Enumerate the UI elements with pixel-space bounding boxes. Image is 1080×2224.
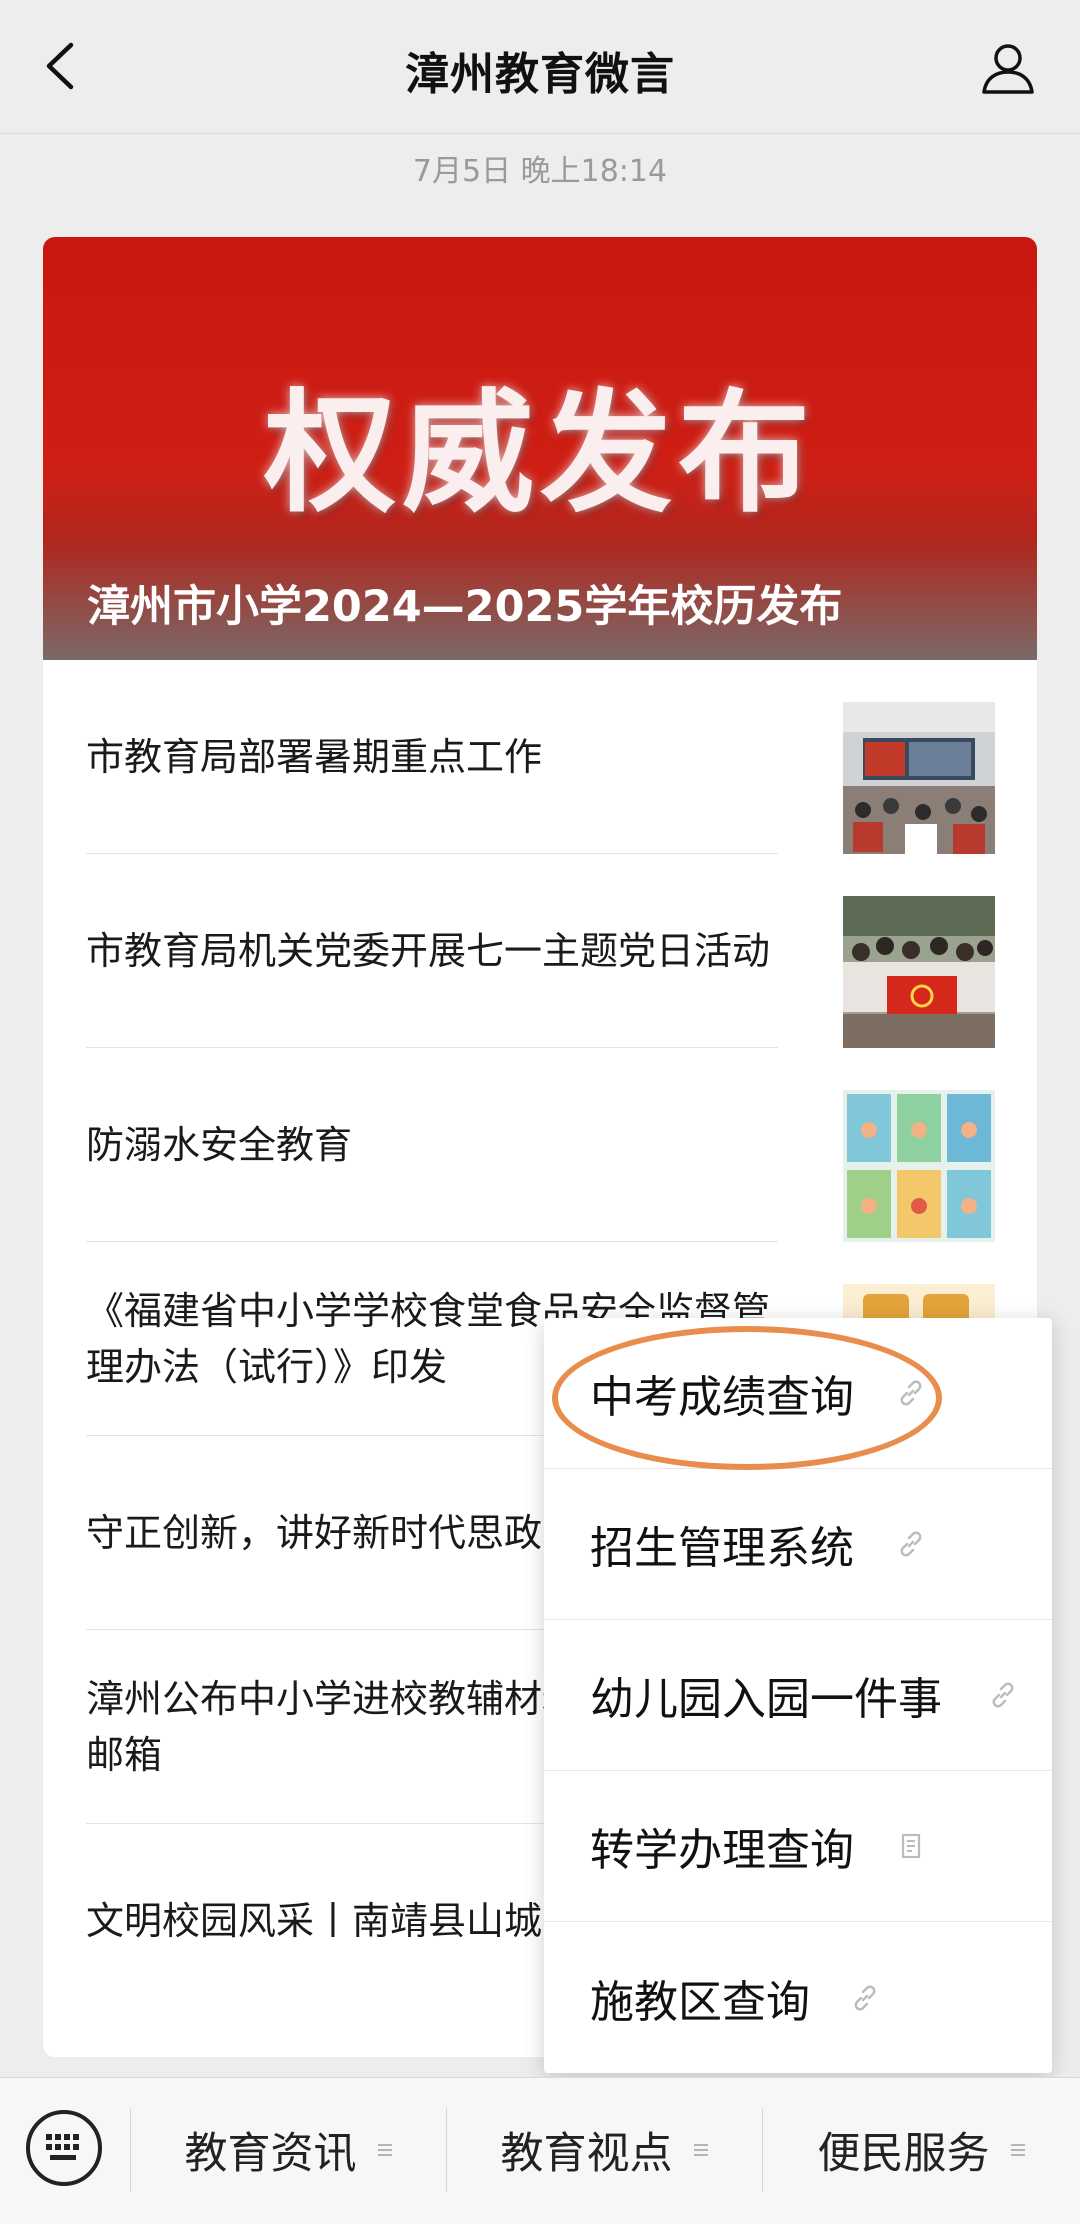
link-icon: [992, 1682, 1014, 1708]
link-icon: [900, 1380, 922, 1406]
list-item-title: 市教育局机关党委开展七一主题党日活动: [86, 929, 771, 973]
page-title: 漳州教育微言: [405, 49, 675, 100]
submenu-lines-icon: [1010, 2144, 1025, 2156]
list-item[interactable]: 市教育局部署暑期重点工作: [43, 660, 1037, 854]
article-thumbnail: [843, 702, 995, 854]
list-item-title: 市教育局部署暑期重点工作: [86, 735, 543, 779]
article-thumbnail: [843, 1090, 995, 1242]
keyboard-icon: [46, 2134, 79, 2160]
menu-tab-label: 便民服务: [817, 2129, 990, 2179]
menu-tab-public-services[interactable]: 便民服务: [763, 2110, 1080, 2190]
submenu-item-kindergarten-admission[interactable]: 幼儿园入园一件事: [544, 1620, 1052, 1771]
document-icon: [901, 1833, 921, 1859]
submenu-item-school-district-query[interactable]: 施教区查询: [544, 1922, 1052, 2073]
submenu-lines-icon: [377, 2144, 392, 2156]
submenu-item-transfer-query[interactable]: 转学办理查询: [544, 1771, 1052, 1922]
submenu-item-label: 转学办理查询: [590, 1825, 854, 1876]
list-item-title: 防溺水安全教育: [86, 1123, 353, 1167]
list-item[interactable]: 市教育局机关党委开展七一主题党日活动: [43, 854, 1037, 1048]
featured-article-title: 漳州市小学2024—2025学年校历发布: [87, 582, 843, 632]
link-icon: [900, 1531, 922, 1557]
submenu-item-score-query[interactable]: 中考成绩查询: [544, 1318, 1052, 1469]
profile-button[interactable]: [976, 36, 1040, 100]
link-icon: [854, 1985, 876, 2010]
submenu-item-label: 招生管理系统: [590, 1523, 854, 1574]
menu-tab-education-news[interactable]: 教育资讯: [131, 2110, 446, 2190]
service-submenu: 中考成绩查询 招生管理系统 幼儿园入园一件事 转学办理查询 施教区查询: [544, 1318, 1052, 2073]
submenu-item-label: 幼儿园入园一件事: [590, 1674, 942, 1725]
submenu-item-label: 施教区查询: [590, 1976, 810, 2028]
keyboard-toggle-button[interactable]: [26, 2110, 102, 2186]
menu-tab-label: 教育视点: [500, 2129, 673, 2179]
top-nav-bar: 漳州教育微言: [0, 0, 1080, 134]
menu-tab-education-views[interactable]: 教育视点: [447, 2110, 762, 2190]
person-icon: [982, 44, 1034, 94]
message-timestamp: 7月5日 晚上18:14: [412, 154, 668, 189]
list-item[interactable]: 防溺水安全教育: [43, 1048, 1037, 1242]
submenu-lines-icon: [693, 2144, 708, 2156]
bottom-menu-bar: 教育资讯 教育视点 便民服务: [0, 2077, 1080, 2224]
banner-headline: 权威发布: [264, 377, 816, 531]
featured-article-banner[interactable]: 权威发布 漳州市小学2024—2025学年校历发布: [43, 237, 1037, 660]
menu-tab-label: 教育资讯: [184, 2129, 357, 2179]
article-thumbnail: [843, 896, 995, 1048]
submenu-item-label: 中考成绩查询: [590, 1372, 854, 1423]
submenu-item-enrollment-system[interactable]: 招生管理系统: [544, 1469, 1052, 1620]
